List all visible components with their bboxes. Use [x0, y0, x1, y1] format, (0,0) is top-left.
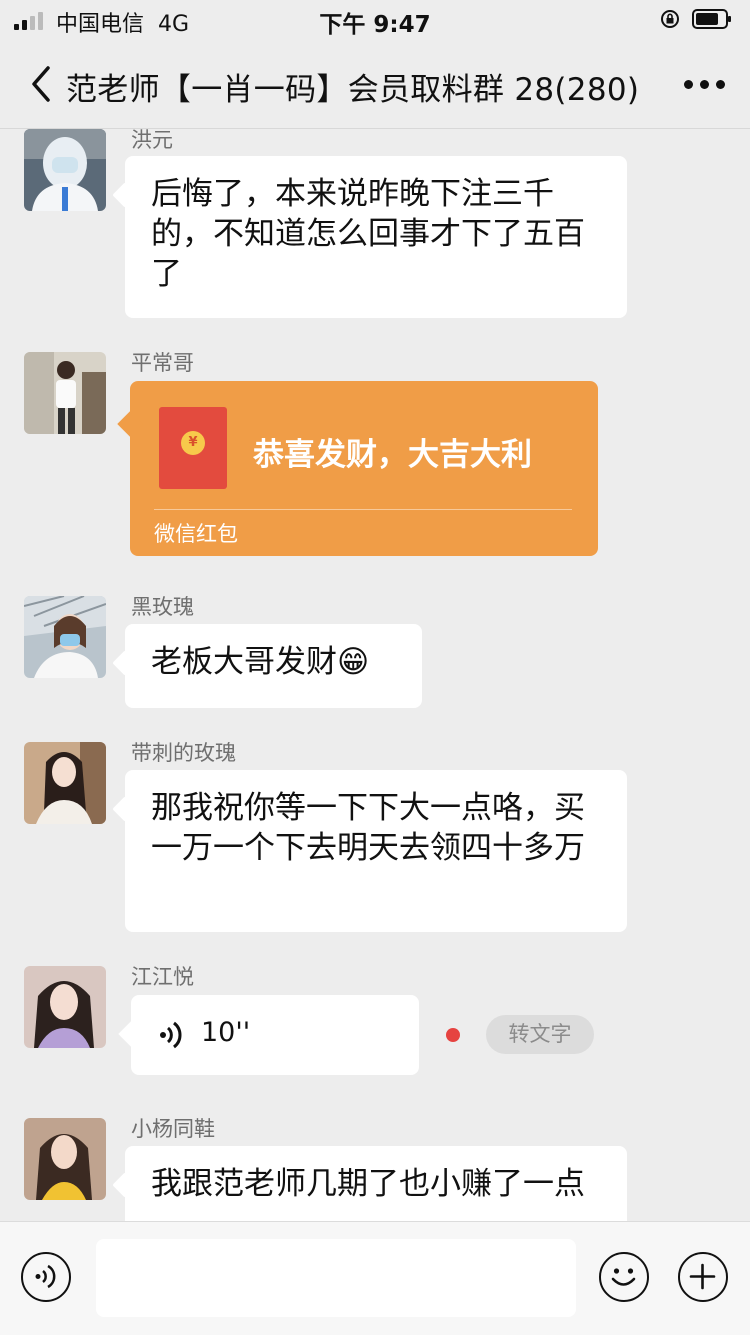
plus-icon: [689, 1263, 716, 1290]
voice-duration: 10'': [201, 1017, 251, 1048]
status-bar: 中国电信 4G 下午 9:47: [0, 0, 750, 40]
red-envelope-icon: ¥: [159, 407, 227, 489]
orientation-lock-icon: [661, 10, 679, 28]
voice-icon: [35, 1264, 56, 1289]
sender-name: 平常哥: [131, 351, 194, 375]
coin-icon: ¥: [181, 431, 205, 455]
avatar[interactable]: [24, 1118, 106, 1200]
avatar[interactable]: [24, 596, 106, 678]
message-bubble[interactable]: 后悔了，本来说昨晚下注三千的，不知道怎么回事才下了五百了: [125, 156, 627, 318]
more-options-icon[interactable]: [684, 80, 730, 92]
sender-name: 洪元: [131, 128, 173, 152]
chat-header: 范老师【一肖一码】会员取料群 28(280): [0, 40, 750, 129]
sender-name: 带刺的玫瑰: [131, 741, 236, 765]
message-bubble[interactable]: 老板大哥发财😁: [125, 624, 422, 708]
sender-name: 黑玫瑰: [131, 595, 194, 619]
message-input[interactable]: [96, 1239, 576, 1317]
divider: [154, 509, 572, 510]
avatar[interactable]: [24, 966, 106, 1048]
battery-icon: [692, 9, 731, 29]
status-time: 下午 9:47: [319, 12, 431, 38]
more-functions-button[interactable]: [678, 1252, 728, 1302]
avatar[interactable]: [24, 129, 106, 211]
back-arrow-icon[interactable]: [28, 64, 54, 104]
convert-to-text-button[interactable]: 转文字: [486, 1015, 594, 1054]
chat-title: 范老师【一肖一码】会员取料群 28(280): [66, 72, 640, 108]
red-packet-label: 微信红包: [154, 522, 238, 546]
voice-input-button[interactable]: [21, 1252, 71, 1302]
avatar[interactable]: [24, 352, 106, 434]
message-bubble[interactable]: 那我祝你等一下下大一点咯，买一万一个下去明天去领四十多万: [125, 770, 627, 932]
red-packet-message[interactable]: ¥ 恭喜发财，大吉大利 微信红包: [130, 381, 598, 556]
voice-wave-icon: [160, 1021, 182, 1049]
emoji-button[interactable]: [599, 1252, 649, 1302]
sender-name: 小杨同鞋: [131, 1117, 215, 1141]
avatar[interactable]: [24, 742, 106, 824]
voice-message[interactable]: 10'': [131, 995, 419, 1075]
sender-name: 江江悦: [131, 965, 194, 989]
smiley-icon: [611, 1268, 636, 1286]
red-packet-greeting: 恭喜发财，大吉大利: [253, 437, 532, 473]
input-toolbar: [0, 1221, 750, 1335]
unread-dot: [446, 1028, 460, 1042]
